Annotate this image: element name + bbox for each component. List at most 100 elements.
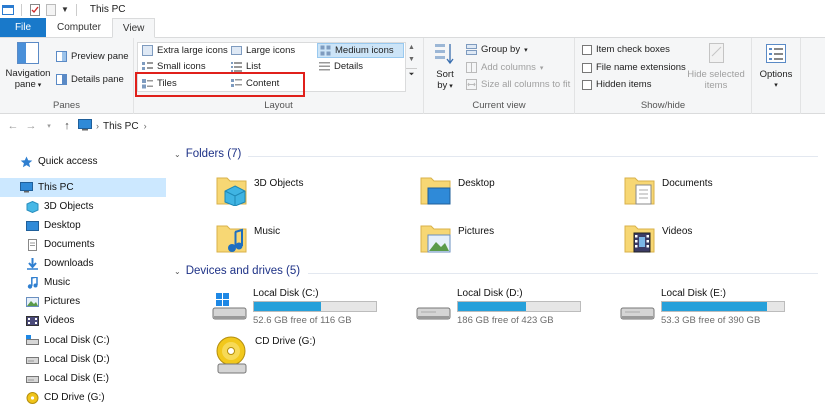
medium-icons-option[interactable]: Medium icons bbox=[317, 43, 404, 58]
ribbon-tabs: File Computer View bbox=[0, 18, 825, 38]
sort-by-button[interactable]: Sort by ▾ bbox=[430, 42, 460, 92]
navigation-pane: Quick access This PC 3D Objects Desktop … bbox=[0, 148, 166, 413]
cd-icon bbox=[26, 391, 39, 404]
up-arrow-icon[interactable]: ↑ bbox=[58, 120, 76, 132]
sidebar-item-quick-access[interactable]: Quick access bbox=[0, 152, 166, 171]
item-check-boxes-checkbox[interactable] bbox=[582, 44, 592, 55]
folders-section-header[interactable]: ⌄ Folders (7) bbox=[174, 148, 241, 160]
group-by-button[interactable]: Group by ▾ bbox=[466, 44, 528, 55]
details-option[interactable]: Details bbox=[319, 61, 363, 72]
details-pane-button[interactable]: Details pane bbox=[56, 74, 124, 85]
sidebar-item-pictures[interactable]: Pictures bbox=[0, 292, 166, 311]
sidebar-item-local-disk-c[interactable]: Local Disk (C:) bbox=[0, 331, 166, 350]
picture-icon bbox=[26, 296, 39, 308]
drives-section-header[interactable]: ⌄ Devices and drives (5) bbox=[174, 265, 300, 277]
recent-locations-icon[interactable]: ▾ bbox=[40, 122, 58, 130]
hidden-items-checkbox[interactable] bbox=[582, 79, 592, 90]
drive-cd-drive-g[interactable]: CD Drive (G:) bbox=[214, 336, 316, 379]
list-icon bbox=[231, 61, 242, 72]
size-columns-icon bbox=[466, 79, 477, 90]
breadcrumb-separator-icon: › bbox=[96, 121, 99, 131]
small-icons-option[interactable]: Small icons bbox=[142, 61, 206, 72]
video-icon bbox=[26, 315, 39, 327]
breadcrumb-chevron-icon[interactable]: › bbox=[144, 121, 147, 131]
extra-large-icons-option[interactable]: Extra large icons bbox=[142, 45, 228, 56]
tab-view[interactable]: View bbox=[111, 18, 156, 38]
navigation-pane-button[interactable]: Navigation pane ▾ bbox=[4, 42, 52, 91]
drive-icon bbox=[26, 354, 39, 366]
size-all-columns-button[interactable]: Size all columns to fit bbox=[466, 79, 570, 90]
sidebar-item-local-disk-e[interactable]: Local Disk (E:) bbox=[0, 369, 166, 388]
drive-icon bbox=[416, 288, 452, 327]
item-check-boxes-toggle[interactable]: Item check boxes bbox=[582, 44, 670, 55]
large-icons-option[interactable]: Large icons bbox=[231, 45, 295, 56]
folder-documents[interactable]: Documents bbox=[624, 172, 713, 209]
sidebar-item-local-disk-d[interactable]: Local Disk (D:) bbox=[0, 350, 166, 369]
details-icon bbox=[319, 61, 330, 72]
gallery-up-icon[interactable]: ▲ bbox=[406, 42, 417, 54]
new-folder-icon[interactable] bbox=[45, 3, 57, 16]
videos-folder-icon bbox=[624, 220, 656, 257]
cd-drive-icon bbox=[214, 336, 250, 379]
highlight-annotation bbox=[135, 72, 305, 97]
sidebar-item-3d-objects[interactable]: 3D Objects bbox=[0, 197, 166, 216]
group-by-icon bbox=[466, 44, 477, 55]
sort-icon bbox=[434, 42, 456, 66]
sidebar-item-documents[interactable]: Documents bbox=[0, 235, 166, 254]
title-bar: ▼ This PC bbox=[0, 0, 825, 19]
hide-selected-icon bbox=[706, 42, 726, 66]
this-pc-icon bbox=[78, 118, 92, 134]
layout-group-label: Layout bbox=[264, 100, 293, 111]
drive-local-disk-d[interactable]: Local Disk (D:) 186 GB free of 423 GB bbox=[416, 288, 581, 327]
hide-selected-items-button[interactable]: Hide selected items bbox=[685, 42, 747, 91]
sidebar-item-videos[interactable]: Videos bbox=[0, 311, 166, 330]
customize-toolbar-icon[interactable]: ▼ bbox=[61, 5, 69, 14]
sidebar-item-this-pc[interactable]: This PC bbox=[0, 178, 166, 197]
tab-file[interactable]: File bbox=[0, 18, 46, 37]
folder-3d-objects[interactable]: 3D Objects bbox=[216, 172, 303, 209]
forward-arrow-icon[interactable]: → bbox=[22, 120, 40, 132]
folder-pictures[interactable]: Pictures bbox=[420, 220, 494, 257]
sidebar-item-music[interactable]: Music bbox=[0, 273, 166, 292]
current-view-group: Sort by ▾ Group by ▾ Add columns ▾ Size al… bbox=[424, 38, 575, 114]
windows-drive-icon bbox=[212, 288, 248, 327]
preview-pane-button[interactable]: Preview pane bbox=[56, 51, 129, 62]
file-name-extensions-checkbox[interactable] bbox=[582, 62, 592, 73]
music-icon bbox=[26, 275, 39, 289]
preview-pane-icon bbox=[56, 51, 67, 62]
folder-desktop[interactable]: Desktop bbox=[420, 172, 495, 209]
drive-local-disk-c[interactable]: Local Disk (C:) 52.6 GB free of 116 GB bbox=[212, 288, 377, 327]
content-pane: ⌄ Folders (7) 3D Objects Desktop Documen… bbox=[166, 140, 825, 413]
folder-videos[interactable]: Videos bbox=[624, 220, 692, 257]
navigation-pane-icon bbox=[17, 42, 39, 64]
breadcrumb-this-pc[interactable]: This PC bbox=[103, 121, 139, 132]
collapse-chevron-icon[interactable]: ⌄ bbox=[174, 150, 181, 159]
extra-large-icons-icon bbox=[142, 45, 153, 56]
tab-computer[interactable]: Computer bbox=[46, 18, 112, 37]
add-columns-button[interactable]: Add columns ▾ bbox=[466, 62, 543, 73]
properties-icon[interactable] bbox=[29, 3, 41, 16]
layout-gallery-scroll[interactable]: ▲ ▼ ⏷ bbox=[405, 42, 417, 92]
gallery-down-icon[interactable]: ▼ bbox=[406, 54, 417, 66]
3d-objects-folder-icon bbox=[216, 172, 248, 209]
large-icons-icon bbox=[231, 45, 242, 56]
collapse-chevron-icon[interactable]: ⌄ bbox=[174, 267, 181, 276]
drive-local-disk-e[interactable]: Local Disk (E:) 53.3 GB free of 390 GB bbox=[620, 288, 785, 327]
file-name-extensions-toggle[interactable]: File name extensions bbox=[582, 62, 686, 73]
sidebar-item-desktop[interactable]: Desktop bbox=[0, 216, 166, 235]
quick-access-toolbar: ▼ bbox=[2, 3, 80, 16]
sidebar-item-cd-drive-g[interactable]: CD Drive (G:) bbox=[0, 388, 166, 407]
drive-icon bbox=[620, 288, 656, 327]
usage-bar bbox=[457, 301, 581, 312]
documents-folder-icon bbox=[624, 172, 656, 209]
gallery-expand-icon[interactable]: ⏷ bbox=[406, 68, 417, 81]
current-view-group-label: Current view bbox=[472, 100, 526, 111]
folder-music[interactable]: Music bbox=[216, 220, 280, 257]
list-option[interactable]: List bbox=[231, 61, 261, 72]
document-icon bbox=[26, 238, 39, 251]
sidebar-item-downloads[interactable]: Downloads bbox=[0, 254, 166, 273]
back-arrow-icon[interactable]: ← bbox=[4, 120, 22, 132]
usage-bar bbox=[253, 301, 377, 312]
hidden-items-toggle[interactable]: Hidden items bbox=[582, 79, 651, 90]
options-button[interactable]: Options ▾ bbox=[756, 42, 796, 91]
